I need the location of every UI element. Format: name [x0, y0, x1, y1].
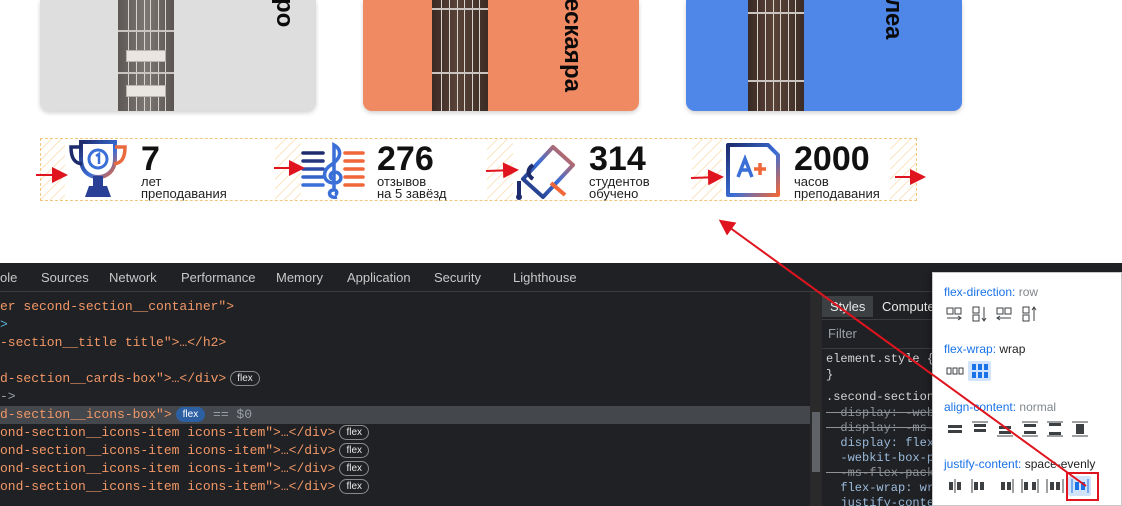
dom-node-selected[interactable]: d-section__icons-box"> flex == $0 [0, 406, 810, 424]
guitar-card-2[interactable]: ескаяра [363, 0, 639, 111]
justify-content-space-between-icon[interactable] [1018, 476, 1041, 496]
tab-console[interactable]: ole [0, 270, 17, 285]
page: ро ескаяра леа 7 лет преподавания 276 от… [0, 0, 1122, 506]
flex-wrap-options [943, 361, 991, 381]
grade-a-plus-icon [722, 139, 784, 200]
stat-caption-line2: на 5 завёзд [377, 185, 447, 201]
flex-badge[interactable]: flex [339, 425, 370, 440]
css-rule: element.style { [826, 352, 935, 366]
card-title: ескаяра [559, 0, 586, 92]
stat-caption-line2: обучено [589, 185, 639, 201]
guitar-card-3[interactable]: леа [686, 0, 962, 111]
flexbox-editor-popup: flex-direction: row flex-wrap: wrap alig… [932, 272, 1122, 506]
css-declaration[interactable]: display: -ms- [826, 421, 934, 436]
dom-node[interactable]: -section__title title">…</h2> [0, 334, 810, 352]
stat-caption-line2: преподавания [794, 185, 880, 201]
flex-badge[interactable]: flex [339, 461, 370, 476]
card-title: леа [880, 0, 907, 40]
justify-content-flex-start-icon[interactable] [968, 476, 991, 496]
flex-badge[interactable]: flex [230, 371, 260, 386]
flex-direction-column-reverse-icon[interactable] [1018, 304, 1041, 324]
trophy-icon [65, 139, 131, 200]
stat-number: 314 [589, 139, 646, 178]
stat-number: 2000 [794, 139, 870, 178]
guitar-neck-image [748, 0, 804, 111]
flex-badge[interactable]: flex [175, 407, 206, 422]
align-content-label: align-content: normal [944, 400, 1057, 414]
guitar-neck-image [118, 0, 174, 111]
flex-direction-row-icon[interactable] [943, 304, 966, 324]
icons-box: 7 лет преподавания 276 отзывов на 5 завё… [40, 138, 917, 201]
dom-node[interactable]: er second-section__container"> [0, 298, 810, 316]
tab-styles[interactable]: Styles [822, 296, 874, 317]
tab-sources[interactable]: Sources [41, 270, 89, 285]
align-content-stretch-icon[interactable] [1068, 419, 1091, 439]
align-content-flex-end-icon[interactable] [993, 419, 1016, 439]
icons-item: 2000 часов преподавания [722, 139, 880, 200]
guitar-neck-image [432, 0, 488, 111]
flex-wrap-icon[interactable] [968, 361, 991, 381]
icons-item: 314 студентов обучено [513, 139, 650, 200]
guitar-card-1[interactable]: ро [40, 0, 316, 111]
dom-node[interactable]: d-section__cards-box">…</div> flex [0, 370, 810, 388]
css-selector[interactable]: .second-section [826, 390, 934, 405]
icons-item: 7 лет преподавания [65, 139, 227, 200]
stat-number: 7 [141, 139, 160, 178]
card-title: ро [271, 0, 298, 28]
dom-node[interactable]: ond-section__icons-item icons-item">…</d… [0, 424, 810, 442]
css-declaration[interactable]: -webkit-box-p [826, 451, 934, 466]
css-declaration[interactable]: display: -webk [826, 406, 941, 421]
css-declaration[interactable]: -ms-flex-pack [826, 466, 934, 481]
highlight-box [1066, 472, 1099, 501]
tab-application[interactable]: Application [347, 270, 411, 285]
tab-memory[interactable]: Memory [276, 270, 323, 285]
flex-direction-column-icon[interactable] [968, 304, 991, 324]
stat-caption-line2: преподавания [141, 185, 227, 201]
stat-number: 276 [377, 139, 434, 178]
dom-node[interactable]: > [0, 316, 810, 334]
flex-badge[interactable]: flex [339, 479, 370, 494]
tab-network[interactable]: Network [109, 270, 157, 285]
elements-dom-tree: er second-section__container"> > -sectio… [0, 292, 810, 506]
flex-direction-row-reverse-icon[interactable] [993, 304, 1016, 324]
css-rule: } [826, 368, 834, 382]
justify-content-flex-end-icon[interactable] [993, 476, 1016, 496]
dom-comment[interactable]: -> [0, 388, 810, 406]
flex-direction-label: flex-direction: row [944, 285, 1039, 299]
align-content-space-between-icon[interactable] [1043, 419, 1066, 439]
dom-scrollbar[interactable] [810, 292, 822, 506]
align-content-options [943, 419, 1091, 439]
dom-node[interactable]: ond-section__icons-item icons-item">…</d… [0, 460, 810, 478]
icons-item: 276 отзывов на 5 завёзд [301, 139, 446, 200]
align-content-center-icon[interactable] [943, 419, 966, 439]
css-declaration[interactable]: display: flex [826, 436, 934, 451]
tab-lighthouse[interactable]: Lighthouse [513, 270, 577, 285]
justify-content-space-around-icon[interactable] [1043, 476, 1066, 496]
tab-security[interactable]: Security [434, 270, 481, 285]
flex-direction-options [943, 304, 1041, 324]
tab-performance[interactable]: Performance [181, 270, 255, 285]
align-content-space-around-icon[interactable] [1018, 419, 1041, 439]
treble-clef-icon [301, 139, 367, 200]
dom-node[interactable]: ond-section__icons-item icons-item">…</d… [0, 478, 810, 496]
flex-nowrap-icon[interactable] [943, 361, 966, 381]
justify-content-center-icon[interactable] [943, 476, 966, 496]
css-declaration[interactable]: flex-wrap: wr [826, 481, 934, 496]
justify-content-label: justify-content: space-evenly [944, 457, 1096, 471]
flex-wrap-label: flex-wrap: wrap [944, 342, 1026, 356]
graduation-cap-icon [513, 139, 579, 200]
dom-node[interactable]: ond-section__icons-item icons-item">…</d… [0, 442, 810, 460]
align-content-flex-start-icon[interactable] [968, 419, 991, 439]
flex-badge[interactable]: flex [339, 443, 370, 458]
css-declaration[interactable]: justify-conte [826, 496, 934, 506]
